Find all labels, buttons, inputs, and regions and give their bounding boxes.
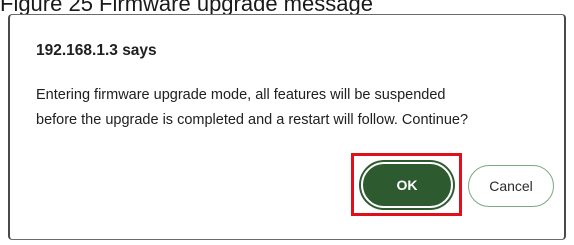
cancel-button[interactable]: Cancel (468, 165, 554, 207)
dialog-message: Entering firmware upgrade mode, all feat… (36, 83, 556, 133)
ok-button[interactable]: OK (361, 162, 453, 208)
dialog-message-line: before the upgrade is completed and a re… (36, 112, 469, 128)
dialog-title: 192.168.1.3 says (36, 42, 157, 59)
dialog-message-line: Entering firmware upgrade mode, all feat… (36, 87, 446, 103)
